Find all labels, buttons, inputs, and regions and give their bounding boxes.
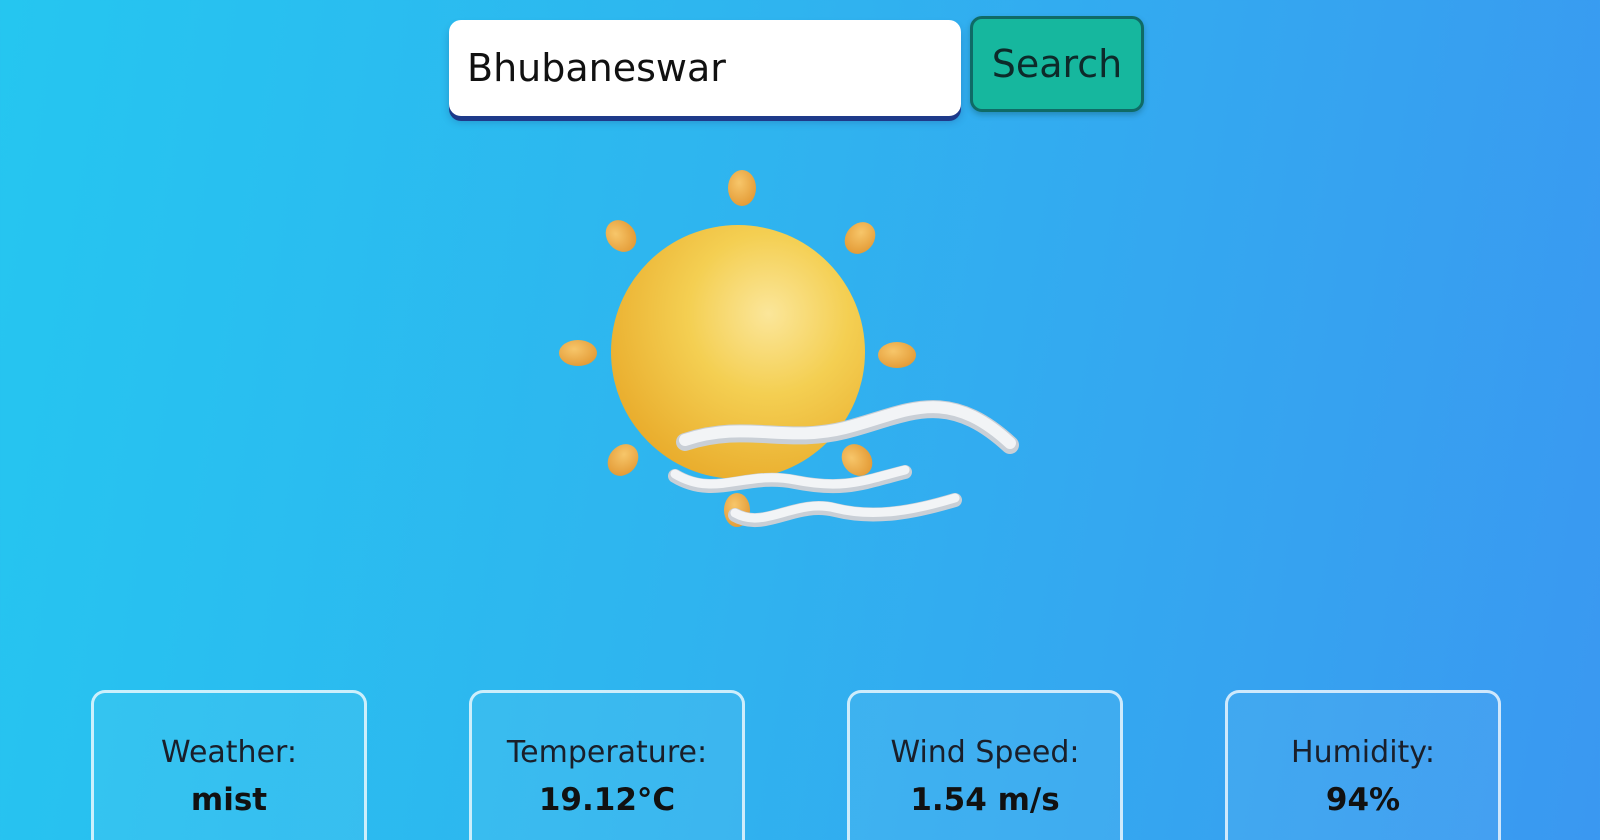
temperature-label: Temperature:	[506, 735, 708, 770]
humidity-label: Humidity:	[1291, 735, 1435, 770]
wind-speed-label: Wind Speed:	[890, 735, 1080, 770]
weather-card: Weather: mist	[91, 690, 367, 840]
weather-value: mist	[190, 782, 268, 818]
weather-label: Weather:	[161, 735, 297, 770]
temperature-card: Temperature: 19.12°C	[469, 690, 745, 840]
wind-speed-card: Wind Speed: 1.54 m/s	[847, 690, 1123, 840]
search-button[interactable]: Search	[970, 16, 1144, 112]
search-bar: Search	[449, 16, 1149, 118]
city-search-input[interactable]	[449, 20, 961, 116]
temperature-value: 19.12°C	[538, 782, 676, 818]
wind-speed-value: 1.54 m/s	[910, 782, 1060, 818]
humidity-card: Humidity: 94%	[1225, 690, 1501, 840]
weather-illustration	[559, 170, 1019, 527]
humidity-value: 94%	[1325, 782, 1401, 818]
sun-with-wind-icon	[545, 160, 1045, 540]
